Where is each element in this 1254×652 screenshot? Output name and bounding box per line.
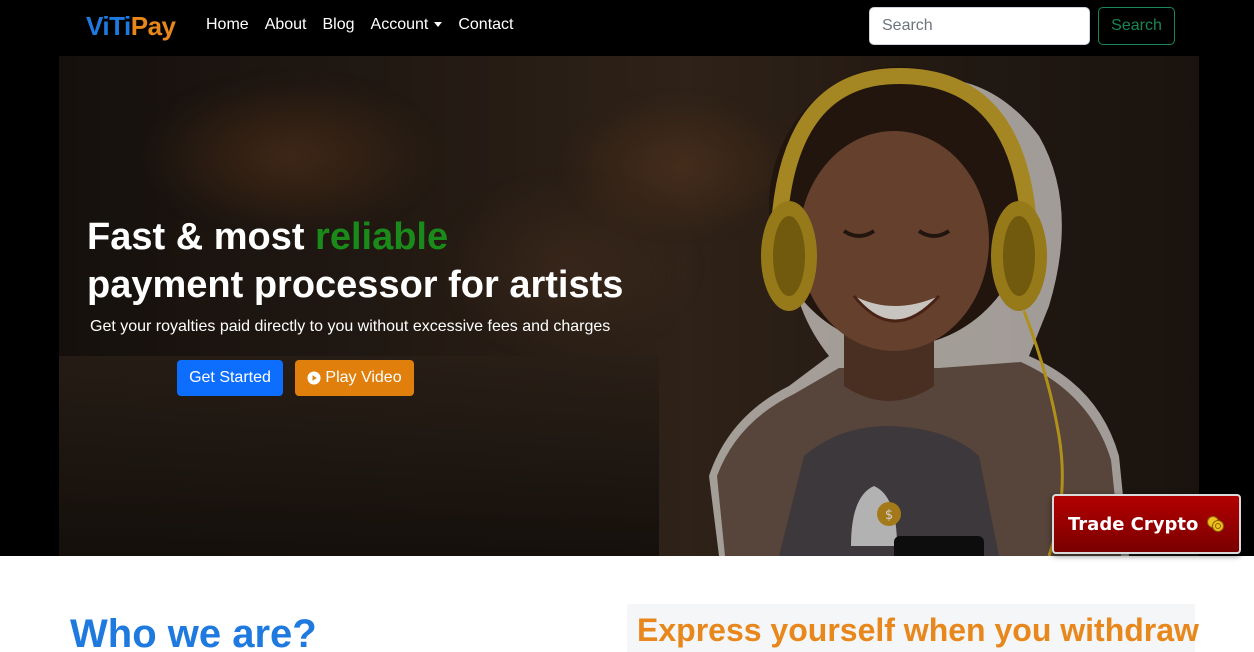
brand-part2: Pay [130, 11, 176, 41]
hero-title: Fast & most reliable payment processor f… [87, 213, 623, 309]
express-heading: Express yourself when you withdraw [637, 612, 1199, 648]
trade-crypto-button[interactable]: Trade Crypto [1052, 494, 1241, 554]
nav-links: Home About Blog Account Contact [206, 16, 529, 34]
nav-account-dropdown[interactable]: Account [371, 16, 443, 34]
hero-title-accent: reliable [315, 216, 449, 258]
trade-crypto-label: Trade Crypto [1068, 513, 1199, 535]
play-circle-icon [307, 371, 321, 385]
search-input[interactable] [869, 7, 1090, 45]
nav-home[interactable]: Home [206, 16, 249, 34]
hero-subtitle: Get your royalties paid directly to you … [90, 318, 611, 335]
hero-title-part1: Fast & most [87, 216, 316, 258]
nav-contact[interactable]: Contact [458, 16, 513, 34]
play-video-button[interactable]: Play Video [295, 360, 414, 396]
play-video-label: Play Video [325, 369, 402, 386]
coins-icon [1207, 516, 1225, 532]
hero-title-line2: payment processor for artists [87, 264, 624, 306]
get-started-button[interactable]: Get Started [177, 360, 283, 396]
brand-part1: ViTi [86, 11, 131, 41]
nav-account-label: Account [370, 16, 429, 33]
caret-down-icon [434, 22, 443, 28]
brand-logo[interactable]: ViTiPay [86, 11, 176, 42]
search-button[interactable]: Search [1098, 7, 1175, 45]
who-we-are-heading: Who we are? [70, 612, 317, 652]
navbar: ViTiPay Home About Blog Account Contact … [0, 0, 1254, 56]
nav-about[interactable]: About [265, 16, 307, 34]
nav-blog[interactable]: Blog [323, 16, 355, 34]
